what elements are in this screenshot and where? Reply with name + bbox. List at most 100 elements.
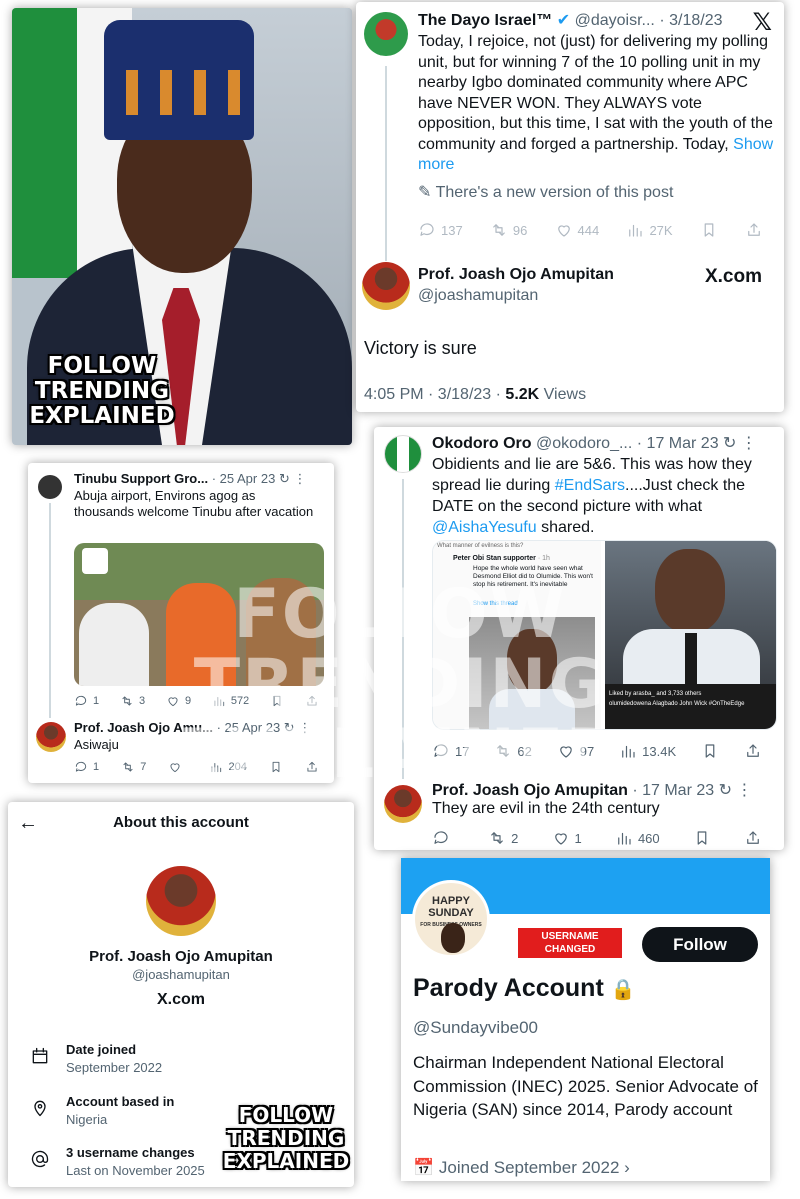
tweet-author-name[interactable]: The Dayo Israel™ bbox=[418, 12, 552, 29]
reply-avatar[interactable] bbox=[384, 785, 422, 823]
reply-button[interactable]: 17 bbox=[432, 742, 469, 760]
reply-avatar[interactable] bbox=[36, 722, 66, 752]
views-button[interactable]: 27K bbox=[626, 221, 673, 239]
reply-icon bbox=[75, 695, 87, 706]
avatar[interactable] bbox=[384, 435, 422, 473]
bookmark-button[interactable] bbox=[270, 694, 284, 708]
embedded-show-thread: Show this thread bbox=[473, 601, 518, 607]
share-button[interactable] bbox=[305, 760, 319, 774]
more-icon[interactable]: ⋮ bbox=[741, 435, 757, 452]
repost-button[interactable]: 62 bbox=[494, 742, 532, 760]
repost-button[interactable]: 2 bbox=[488, 829, 518, 847]
heart-icon bbox=[559, 746, 572, 758]
verified-badge-icon: ✔ bbox=[556, 12, 571, 29]
tweet-date[interactable]: 25 Apr 23 bbox=[220, 471, 276, 486]
tweet-dayo-israel[interactable]: The Dayo Israel™ ✔ @dayoisr... · 3/18/23… bbox=[356, 2, 784, 412]
avatar[interactable] bbox=[38, 475, 62, 499]
tweet-media[interactable]: What manner of evilness is this? Peter O… bbox=[432, 540, 777, 730]
reply-author-name[interactable]: Prof. Joash Ojo Amupitan bbox=[432, 782, 628, 799]
tweet-date[interactable]: 3/18/23 bbox=[669, 12, 722, 29]
views-button[interactable]: 572 bbox=[212, 694, 249, 708]
location-icon bbox=[34, 1100, 46, 1117]
share-icon bbox=[307, 761, 317, 772]
reply-author-name[interactable]: Prof. Joash Ojo Amupitan bbox=[418, 266, 614, 284]
tweet-date[interactable]: 17 Mar 23 bbox=[647, 435, 719, 452]
more-icon[interactable]: ⋮ bbox=[293, 471, 306, 486]
repost-icon bbox=[497, 745, 510, 757]
reply-date[interactable]: 25 Apr 23 bbox=[225, 720, 281, 735]
tweet-author-name[interactable]: Okodoro Oro bbox=[432, 435, 532, 452]
tweet-tinubu-support[interactable]: Tinubu Support Gro... · 25 Apr 23 ↻ ⋮ Ab… bbox=[28, 463, 334, 783]
repost-button[interactable]: 96 bbox=[490, 221, 527, 239]
views-icon bbox=[214, 697, 225, 707]
follow-button[interactable]: Follow bbox=[642, 927, 758, 962]
mention-link[interactable]: @AishaYesufu bbox=[432, 519, 537, 536]
bookmark-button[interactable] bbox=[701, 742, 719, 760]
page-title: About this account bbox=[113, 814, 249, 831]
tweet-okodoro-oro[interactable]: Okodoro Oro @okodoro_... · 17 Mar 23 ↻ ⋮… bbox=[374, 427, 784, 850]
date-joined-row: Date joined September 2022 bbox=[30, 1042, 340, 1075]
views-icon bbox=[622, 745, 635, 758]
hashtag-link[interactable]: #EndSars bbox=[555, 477, 625, 494]
more-icon[interactable]: ⋮ bbox=[736, 782, 752, 799]
embedded-quote: Hope the whole world have seen what Desm… bbox=[473, 565, 593, 588]
reply-button[interactable]: 137 bbox=[418, 221, 463, 239]
views-button[interactable]: 13.4K bbox=[619, 742, 676, 760]
reply-date[interactable]: 17 Mar 23 bbox=[642, 782, 714, 799]
reply-text: They are evil in the 24th century bbox=[432, 800, 660, 817]
bookmark-button[interactable] bbox=[700, 221, 718, 239]
calendar-icon: 📅 bbox=[413, 1158, 435, 1177]
views-icon bbox=[629, 224, 643, 237]
share-button[interactable] bbox=[745, 221, 763, 239]
more-icon[interactable]: ⋮ bbox=[298, 720, 311, 735]
reply-text: Victory is sure bbox=[364, 338, 477, 358]
share-button[interactable] bbox=[305, 694, 319, 708]
repost-icon bbox=[122, 696, 132, 706]
tweet-text: Today, I rejoice, not (just) for deliver… bbox=[418, 33, 774, 173]
portrait-photo: FOLLOW TRENDING EXPLAINED bbox=[12, 8, 352, 445]
account-name: Prof. Joash Ojo Amupitan bbox=[89, 948, 273, 965]
joined-date[interactable]: 📅 Joined September 2022 › bbox=[413, 1158, 630, 1178]
embedded-liked-by: Liked by arasba_ and 3,733 others bbox=[609, 691, 702, 697]
tweet-author-name[interactable]: Tinubu Support Gro... bbox=[74, 471, 208, 486]
like-button[interactable]: 9 bbox=[166, 694, 191, 708]
heart-icon bbox=[170, 763, 180, 773]
views-button[interactable]: 460 bbox=[615, 829, 660, 847]
username-changed-tag: USERNAME CHANGED bbox=[518, 928, 622, 958]
edit-icon: ↻ bbox=[718, 782, 737, 799]
like-button[interactable] bbox=[168, 760, 187, 774]
edited-notice[interactable]: ✎ There's a new version of this post bbox=[418, 182, 673, 202]
tweet-text: Obidients and lie are 5&6. This was how … bbox=[432, 456, 752, 536]
share-icon bbox=[748, 223, 760, 236]
like-button[interactable]: 97 bbox=[557, 742, 594, 760]
bookmark-button[interactable] bbox=[269, 760, 283, 774]
bookmark-button[interactable] bbox=[693, 829, 711, 847]
share-button[interactable] bbox=[744, 742, 762, 760]
reply-button[interactable] bbox=[432, 829, 455, 847]
repost-button[interactable]: 3 bbox=[120, 694, 145, 708]
views-icon bbox=[618, 832, 631, 845]
like-button[interactable]: 1 bbox=[552, 829, 582, 847]
avatar[interactable] bbox=[364, 12, 408, 56]
reply-button[interactable]: 1 bbox=[74, 760, 99, 774]
tweet-author-handle[interactable]: @dayoisr... bbox=[575, 12, 655, 29]
repost-button[interactable]: 7 bbox=[121, 760, 146, 774]
profile-avatar[interactable]: HAPPY SUNDAY FOR BUSINESS OWNERS bbox=[412, 880, 490, 958]
lock-icon: 🔒 bbox=[610, 979, 636, 1001]
like-button[interactable]: 444 bbox=[555, 221, 599, 239]
avatar[interactable] bbox=[146, 866, 216, 936]
tweet-text: Abuja airport, Environs agog as thousand… bbox=[74, 488, 314, 519]
reply-button[interactable]: 1 bbox=[74, 694, 99, 708]
edit-icon: ↻ bbox=[283, 720, 299, 735]
tweet-author-handle[interactable]: @okodoro_... bbox=[536, 435, 632, 452]
tweet-photo[interactable] bbox=[74, 543, 324, 686]
views-button[interactable]: 204 bbox=[209, 760, 247, 774]
reply-author-handle[interactable]: @joashamupitan bbox=[418, 287, 538, 305]
reply-icon bbox=[434, 744, 448, 757]
profile-name: Parody Account 🔒 bbox=[413, 974, 636, 1002]
calendar-icon bbox=[32, 1047, 48, 1064]
reply-author-name[interactable]: Prof. Joash Ojo Amu... bbox=[74, 720, 213, 735]
embedded-caption: olumidedowena Alagbado John Wick #OnTheE… bbox=[609, 701, 745, 707]
reply-avatar[interactable] bbox=[362, 262, 410, 310]
share-button[interactable] bbox=[744, 829, 762, 847]
